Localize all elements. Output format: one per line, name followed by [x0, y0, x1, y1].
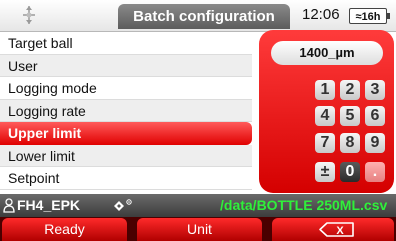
menu-item-setpoint[interactable]: Setpoint [0, 167, 252, 190]
clock: 12:06 [302, 6, 340, 23]
ready-button[interactable]: Ready [2, 218, 127, 241]
backspace-button[interactable]: X [272, 218, 394, 241]
key-2[interactable]: 2 [340, 80, 360, 100]
key-8[interactable]: 8 [340, 133, 360, 153]
current-user: FH4_EPK [17, 197, 81, 213]
key-plus-minus[interactable]: ± [315, 162, 335, 182]
user-icon [3, 198, 15, 213]
numeric-keypad-panel: 1400_µm 1 2 3 4 5 6 7 8 9 ± 0 . [259, 30, 394, 193]
menu-item-logging-mode[interactable]: Logging mode [0, 77, 252, 100]
file-path: /data/BOTTLE 250ML.csv [220, 197, 388, 213]
unit-button[interactable]: Unit [137, 218, 262, 241]
key-6[interactable]: 6 [365, 106, 385, 126]
key-3[interactable]: 3 [365, 80, 385, 100]
settings-list: Target ball User Logging mode Logging ra… [0, 32, 252, 190]
key-decimal[interactable]: . [365, 162, 385, 182]
menu-item-target-ball[interactable]: Target ball [0, 32, 252, 55]
key-9[interactable]: 9 [365, 133, 385, 153]
backspace-label: X [336, 225, 344, 237]
key-0[interactable]: 0 [340, 162, 360, 182]
top-bar: Batch configuration 12:06 ≈16h [0, 0, 396, 32]
status-bar: FH4_EPK /data/BOTTLE 250ML.csv [0, 194, 396, 217]
menu-item-user[interactable]: User [0, 54, 252, 77]
usb-device-icon [114, 199, 132, 211]
page-title: Batch configuration [118, 4, 290, 29]
menu-item-lower-limit[interactable]: Lower limit [0, 144, 252, 167]
softkey-bar: Ready Unit X [0, 217, 396, 241]
key-4[interactable]: 4 [315, 106, 335, 126]
key-5[interactable]: 5 [340, 106, 360, 126]
key-1[interactable]: 1 [315, 80, 335, 100]
value-input[interactable]: 1400_µm [271, 41, 383, 65]
backspace-icon: X [319, 222, 354, 237]
battery-indicator: ≈16h [349, 8, 390, 24]
probe-icon [23, 6, 35, 24]
menu-item-logging-rate[interactable]: Logging rate [0, 99, 252, 122]
menu-item-upper-limit[interactable]: Upper limit [0, 122, 252, 145]
key-7[interactable]: 7 [315, 133, 335, 153]
